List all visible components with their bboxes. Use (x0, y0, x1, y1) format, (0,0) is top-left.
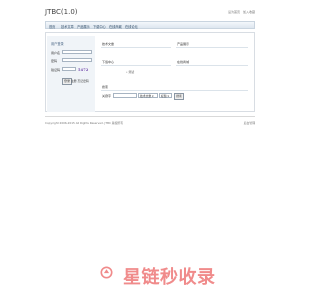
register-link[interactable]: 注册 (71, 79, 77, 83)
header-links: 设为首页 加入收藏 (226, 10, 255, 14)
search-button[interactable]: 搜索 (174, 93, 184, 100)
search-input[interactable] (113, 93, 137, 98)
nav-item-downloads[interactable]: 下载中心 (93, 24, 106, 29)
search-keyword-label: 关键字 (102, 94, 112, 98)
username-label: 用户名 (51, 51, 61, 55)
main-nav: 首页 技术文章 产品展示 下载中心 在线商城 在线论坛 (45, 21, 255, 29)
products-divider (176, 47, 248, 48)
shop-divider (176, 65, 248, 66)
articles-section-title[interactable]: 技术文章 (102, 42, 114, 46)
articles-divider (101, 47, 171, 48)
downloads-divider (101, 65, 171, 66)
field-select[interactable]: 标题 ▾ (159, 93, 172, 98)
captcha-label: 验证码 (51, 68, 61, 72)
nav-item-shop[interactable]: 在线商城 (109, 24, 122, 29)
password-label: 密码 (51, 59, 58, 63)
nav-item-forum[interactable]: 在线论坛 (125, 24, 138, 29)
content-panel: 用户登录 用户名 密码 验证码 5472 登录 注册 忘记密码 技术文章 产品展… (45, 32, 255, 112)
site-title: JTBC(1.0) (45, 8, 78, 16)
module-select[interactable]: 技术文章 ▾ (138, 93, 158, 98)
username-field[interactable] (62, 50, 92, 54)
search-divider (101, 90, 248, 91)
admin-link[interactable]: 后台管理 (244, 121, 255, 125)
module-select-value: 技术文章 (140, 94, 152, 98)
forgot-password-link[interactable]: 忘记密码 (78, 79, 89, 83)
set-homepage-link[interactable]: 设为首页 (228, 10, 240, 14)
footer-copyright: Copyright 2006-2015 All Rights Reserved.… (45, 121, 123, 125)
watermark-logo-icon (100, 266, 113, 279)
login-links: 注册 忘记密码 (71, 79, 89, 83)
shop-section-title[interactable]: 在线商城 (177, 60, 189, 64)
header: JTBC(1.0) 设为首页 加入收藏 (45, 8, 255, 20)
login-title: 用户登录 (51, 42, 64, 46)
search-section-title: 搜索 (102, 85, 109, 89)
nav-item-articles[interactable]: 技术文章 (61, 24, 74, 29)
login-box: 用户登录 用户名 密码 验证码 5472 登录 注册 忘记密码 (47, 36, 95, 112)
shop-item[interactable]: • 测试 (126, 70, 134, 74)
downloads-section-title[interactable]: 下载中心 (102, 60, 114, 64)
captcha-field[interactable] (62, 67, 76, 71)
field-select-value: 标题 (161, 94, 167, 98)
add-favorite-link[interactable]: 加入收藏 (243, 10, 255, 14)
nav-item-products[interactable]: 产品展示 (77, 24, 90, 29)
password-field[interactable] (62, 58, 92, 62)
captcha-image[interactable]: 5472 (78, 68, 89, 72)
watermark-text: 星链秒收录 (123, 267, 216, 288)
footer-divider (45, 116, 255, 117)
products-section-title[interactable]: 产品展示 (177, 42, 189, 46)
shop-item-label: 测试 (128, 70, 135, 74)
nav-item-home[interactable]: 首页 (49, 24, 55, 29)
